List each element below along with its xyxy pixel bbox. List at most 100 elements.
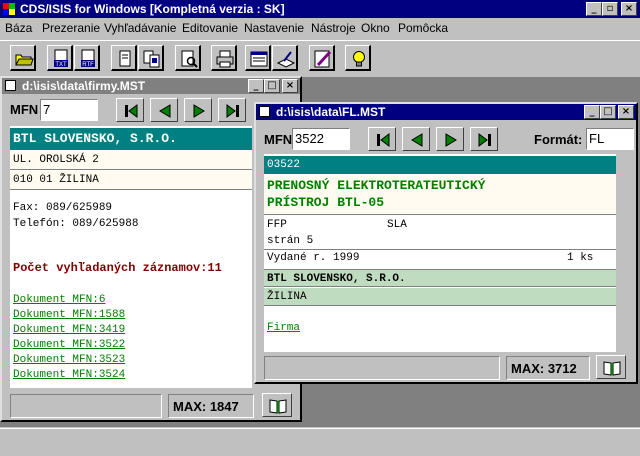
prev-record-button[interactable] — [150, 98, 178, 122]
edit-button[interactable] — [309, 45, 335, 71]
document-link[interactable]: Dokument MFN:3419 — [10, 324, 252, 336]
display-format-button[interactable] — [245, 45, 271, 71]
search-document-button[interactable] — [175, 45, 201, 71]
print-button[interactable] — [211, 45, 237, 71]
first-record-icon — [377, 133, 390, 147]
record-sla: SLA — [387, 219, 407, 231]
mfn-label: MFN — [10, 102, 39, 117]
menu-nastavenie[interactable]: Nastavenie — [244, 21, 304, 35]
record-city: ŽILINA — [264, 288, 616, 306]
menu-baza[interactable]: Báza — [5, 21, 32, 35]
last-record-icon — [226, 104, 239, 118]
document-icon — [5, 80, 16, 91]
fl-close-button[interactable]: × — [618, 105, 634, 119]
fl-record-display: 03522 PRENOSNÝ ELEKTROTERATEUTICKÝ PRÍST… — [264, 154, 616, 352]
open-button[interactable] — [10, 45, 36, 71]
record-title-line1: PRENOSNÝ ELEKTROTERATEUTICKÝ — [267, 178, 486, 193]
print-icon — [216, 50, 234, 68]
menu-bar: Báza Prezeranie Vyhľadávanie Editovanie … — [0, 18, 640, 38]
menu-pomocka[interactable]: Pomôcka — [398, 21, 448, 35]
last-record-icon — [478, 133, 491, 147]
firmy-maximize-button[interactable]: □ — [264, 79, 280, 93]
firmy-max-mfn: MAX: 1847 — [168, 394, 254, 418]
copy-record-button[interactable] — [138, 45, 164, 71]
export-txt-button[interactable]: TXT — [47, 45, 73, 71]
fl-window-title-bar[interactable]: d:\isis\data\FL.MST _ □ × — [256, 104, 636, 120]
firmy-close-button[interactable]: × — [282, 79, 298, 93]
record-title-line2: PRÍSTROJ BTL-05 — [267, 195, 385, 210]
firmy-minimize-button[interactable]: _ — [248, 79, 264, 93]
search-document-icon — [181, 50, 198, 68]
txt-label: TXT — [55, 62, 67, 68]
record-id: 03522 — [264, 156, 616, 174]
document-link[interactable]: Dokument MFN:1588 — [10, 309, 252, 321]
txt-export-icon: TXT — [54, 49, 68, 68]
minimize-button[interactable]: _ — [586, 2, 602, 16]
fl-minimize-button[interactable]: _ — [584, 105, 600, 119]
close-button[interactable]: × — [621, 2, 637, 16]
open-book-icon — [603, 361, 621, 376]
export-rtf-button[interactable]: RTF — [74, 45, 100, 71]
menu-editovanie[interactable]: Editovanie — [182, 21, 238, 35]
firmy-window-title-bar[interactable]: d:\isis\data\firmy.MST _ □ × — [2, 78, 300, 94]
tip-button[interactable] — [345, 45, 371, 71]
browse-record-button[interactable] — [111, 45, 137, 71]
firma-link[interactable]: Firma — [264, 322, 616, 334]
document-link[interactable]: Dokument MFN:6 — [10, 294, 252, 306]
company-name: BTL SLOVENSKO, S.R.O. — [10, 128, 252, 150]
menu-prezeranie[interactable]: Prezeranie — [42, 21, 100, 35]
fl-book-button[interactable] — [596, 355, 626, 379]
menu-nastroje[interactable]: Nástroje — [311, 21, 356, 35]
firmy-status-field — [10, 394, 162, 418]
first-record-button[interactable] — [116, 98, 144, 122]
first-record-button[interactable] — [368, 127, 396, 151]
company-fax: Fax: 089/625989 — [13, 202, 113, 214]
document-link[interactable]: Dokument MFN:3524 — [10, 369, 252, 381]
worksheet-icon — [276, 51, 296, 68]
firmy-window-title: d:\isis\data\firmy.MST — [22, 79, 146, 93]
last-record-button[interactable] — [470, 127, 498, 151]
divider — [264, 249, 616, 250]
copy-record-icon — [143, 50, 160, 68]
fl-window-title: d:\isis\data\FL.MST — [276, 105, 386, 119]
mfn-input[interactable]: 7 — [40, 99, 98, 121]
app-status-bar — [0, 428, 640, 456]
mfn-label: MFN — [264, 132, 293, 147]
prev-record-icon — [411, 133, 423, 147]
mfn-input[interactable]: 3522 — [292, 128, 350, 150]
rtf-export-icon: RTF — [81, 49, 95, 68]
fl-max-mfn: MAX: 3712 — [506, 356, 590, 380]
app-title: CDS/ISIS for Windows [Kompletná verzia :… — [20, 2, 285, 16]
record-company: BTL SLOVENSKO, S.R.O. — [264, 269, 616, 287]
fl-status-field — [264, 356, 500, 380]
next-record-button[interactable] — [184, 98, 212, 122]
first-record-icon — [125, 104, 138, 118]
display-format-icon — [250, 51, 268, 67]
browse-record-icon — [119, 50, 131, 67]
record-quantity: 1 ks — [567, 252, 594, 264]
fl-maximize-button[interactable]: □ — [600, 105, 616, 119]
prev-record-icon — [159, 104, 171, 118]
record-pages: strán 5 — [267, 235, 314, 247]
firmy-book-button[interactable] — [262, 393, 292, 417]
menu-okno[interactable]: Okno — [361, 21, 390, 35]
edit-pencil-icon — [314, 50, 332, 68]
restore-button[interactable]: ▫ — [602, 2, 618, 16]
fl-window[interactable]: d:\isis\data\FL.MST _ □ × MFN 3522 Formá… — [254, 102, 638, 384]
next-record-icon — [445, 133, 457, 147]
divider — [264, 214, 616, 215]
document-link[interactable]: Dokument MFN:3522 — [10, 339, 252, 351]
prev-record-button[interactable] — [402, 127, 430, 151]
last-record-button[interactable] — [218, 98, 246, 122]
document-link[interactable]: Dokument MFN:3523 — [10, 354, 252, 366]
app-logo-icon — [3, 3, 15, 15]
next-record-button[interactable] — [436, 127, 464, 151]
document-icon — [259, 106, 270, 117]
worksheet-button[interactable] — [272, 45, 298, 71]
menu-vyhladavanie[interactable]: Vyhľadávanie — [104, 21, 176, 35]
format-input[interactable]: FL — [586, 128, 634, 150]
next-record-icon — [193, 104, 205, 118]
format-label: Formát: — [534, 132, 583, 147]
open-book-icon — [269, 399, 287, 414]
company-phone: Telefón: 089/625988 — [13, 218, 139, 230]
